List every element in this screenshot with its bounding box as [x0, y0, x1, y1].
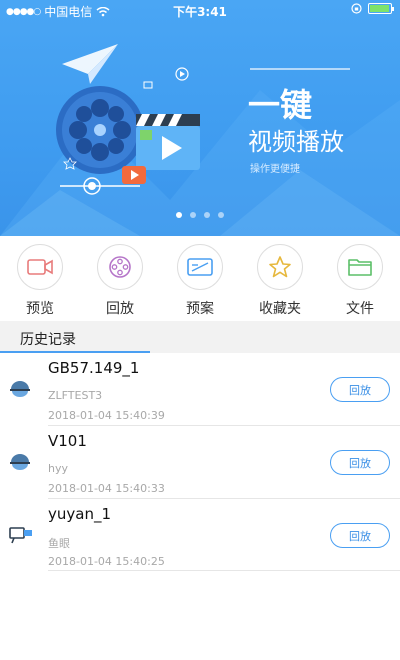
- row-divider: [48, 570, 400, 571]
- history-row[interactable]: V101 hyy 2018-01-04 15:40:33 回放: [0, 426, 400, 498]
- history-row[interactable]: yuyan_1 鱼眼 2018-01-04 15:40:25 回放: [0, 499, 400, 571]
- device-name: V101: [48, 432, 87, 450]
- star-icon: [257, 244, 303, 290]
- banner-caption: 操作更便捷: [250, 164, 300, 175]
- dome-camera-icon: [10, 381, 30, 397]
- playback-button[interactable]: 回放: [330, 377, 390, 402]
- device-time: 2018-01-04 15:40:25: [48, 555, 165, 568]
- fisheye-camera-icon: [9, 527, 32, 544]
- folder-icon: [337, 244, 383, 290]
- carousel-dot-2[interactable]: [190, 212, 196, 218]
- nav-preview[interactable]: 预览: [5, 236, 75, 320]
- status-bar: ●●●●○ 中国电信 下午3:41: [0, 0, 400, 20]
- nav-favorites-label: 收藏夹: [259, 301, 301, 317]
- device-name: GB57.149_1: [48, 359, 140, 377]
- orientation-lock-icon: [351, 3, 362, 14]
- nav-favorites[interactable]: 收藏夹: [245, 236, 315, 320]
- playback-button[interactable]: 回放: [330, 450, 390, 475]
- nav-files[interactable]: 文件: [325, 236, 395, 320]
- history-row[interactable]: GB57.149_1 ZLFTEST3 2018-01-04 15:40:39 …: [0, 353, 400, 425]
- carousel-dot-1[interactable]: [176, 212, 182, 218]
- carousel-dot-4[interactable]: [218, 212, 224, 218]
- nav-playback-label: 回放: [106, 301, 134, 317]
- banner-title: 一键: [248, 86, 313, 124]
- nav-playback[interactable]: 回放: [85, 236, 155, 320]
- status-time: 下午3:41: [173, 5, 227, 19]
- device-sub: ZLFTEST3: [48, 389, 103, 402]
- banner-subtitle-large: 视频播放: [248, 128, 344, 156]
- device-time: 2018-01-04 15:40:33: [48, 482, 165, 495]
- playback-button[interactable]: 回放: [330, 523, 390, 548]
- banner-accent-line: [250, 68, 350, 70]
- device-sub: hyy: [48, 462, 68, 475]
- film-reel-icon: [97, 244, 143, 290]
- nav-files-label: 文件: [346, 301, 374, 317]
- nav-plan-label: 预案: [186, 301, 214, 317]
- plan-card-icon: [177, 244, 223, 290]
- quick-nav: 预览 回放 预案 收藏夹 文件: [0, 236, 400, 320]
- device-time: 2018-01-04 15:40:39: [48, 409, 165, 422]
- carousel-dot-3[interactable]: [204, 212, 210, 218]
- history-header: 历史记录: [0, 321, 400, 353]
- history-title: 历史记录: [20, 332, 76, 348]
- banner-carousel[interactable]: ●●●●○ 中国电信 下午3:41 一键 视频播放 操作更便捷: [0, 0, 400, 236]
- device-sub: 鱼眼: [48, 537, 70, 550]
- battery-icon: [368, 3, 394, 14]
- video-illustration: [56, 44, 200, 195]
- dome-camera-icon: [10, 454, 30, 470]
- carousel-dots: [0, 212, 400, 218]
- video-camera-icon: [17, 244, 63, 290]
- nav-preview-label: 预览: [26, 301, 54, 317]
- device-name: yuyan_1: [48, 505, 112, 523]
- nav-plan[interactable]: 预案: [165, 236, 235, 320]
